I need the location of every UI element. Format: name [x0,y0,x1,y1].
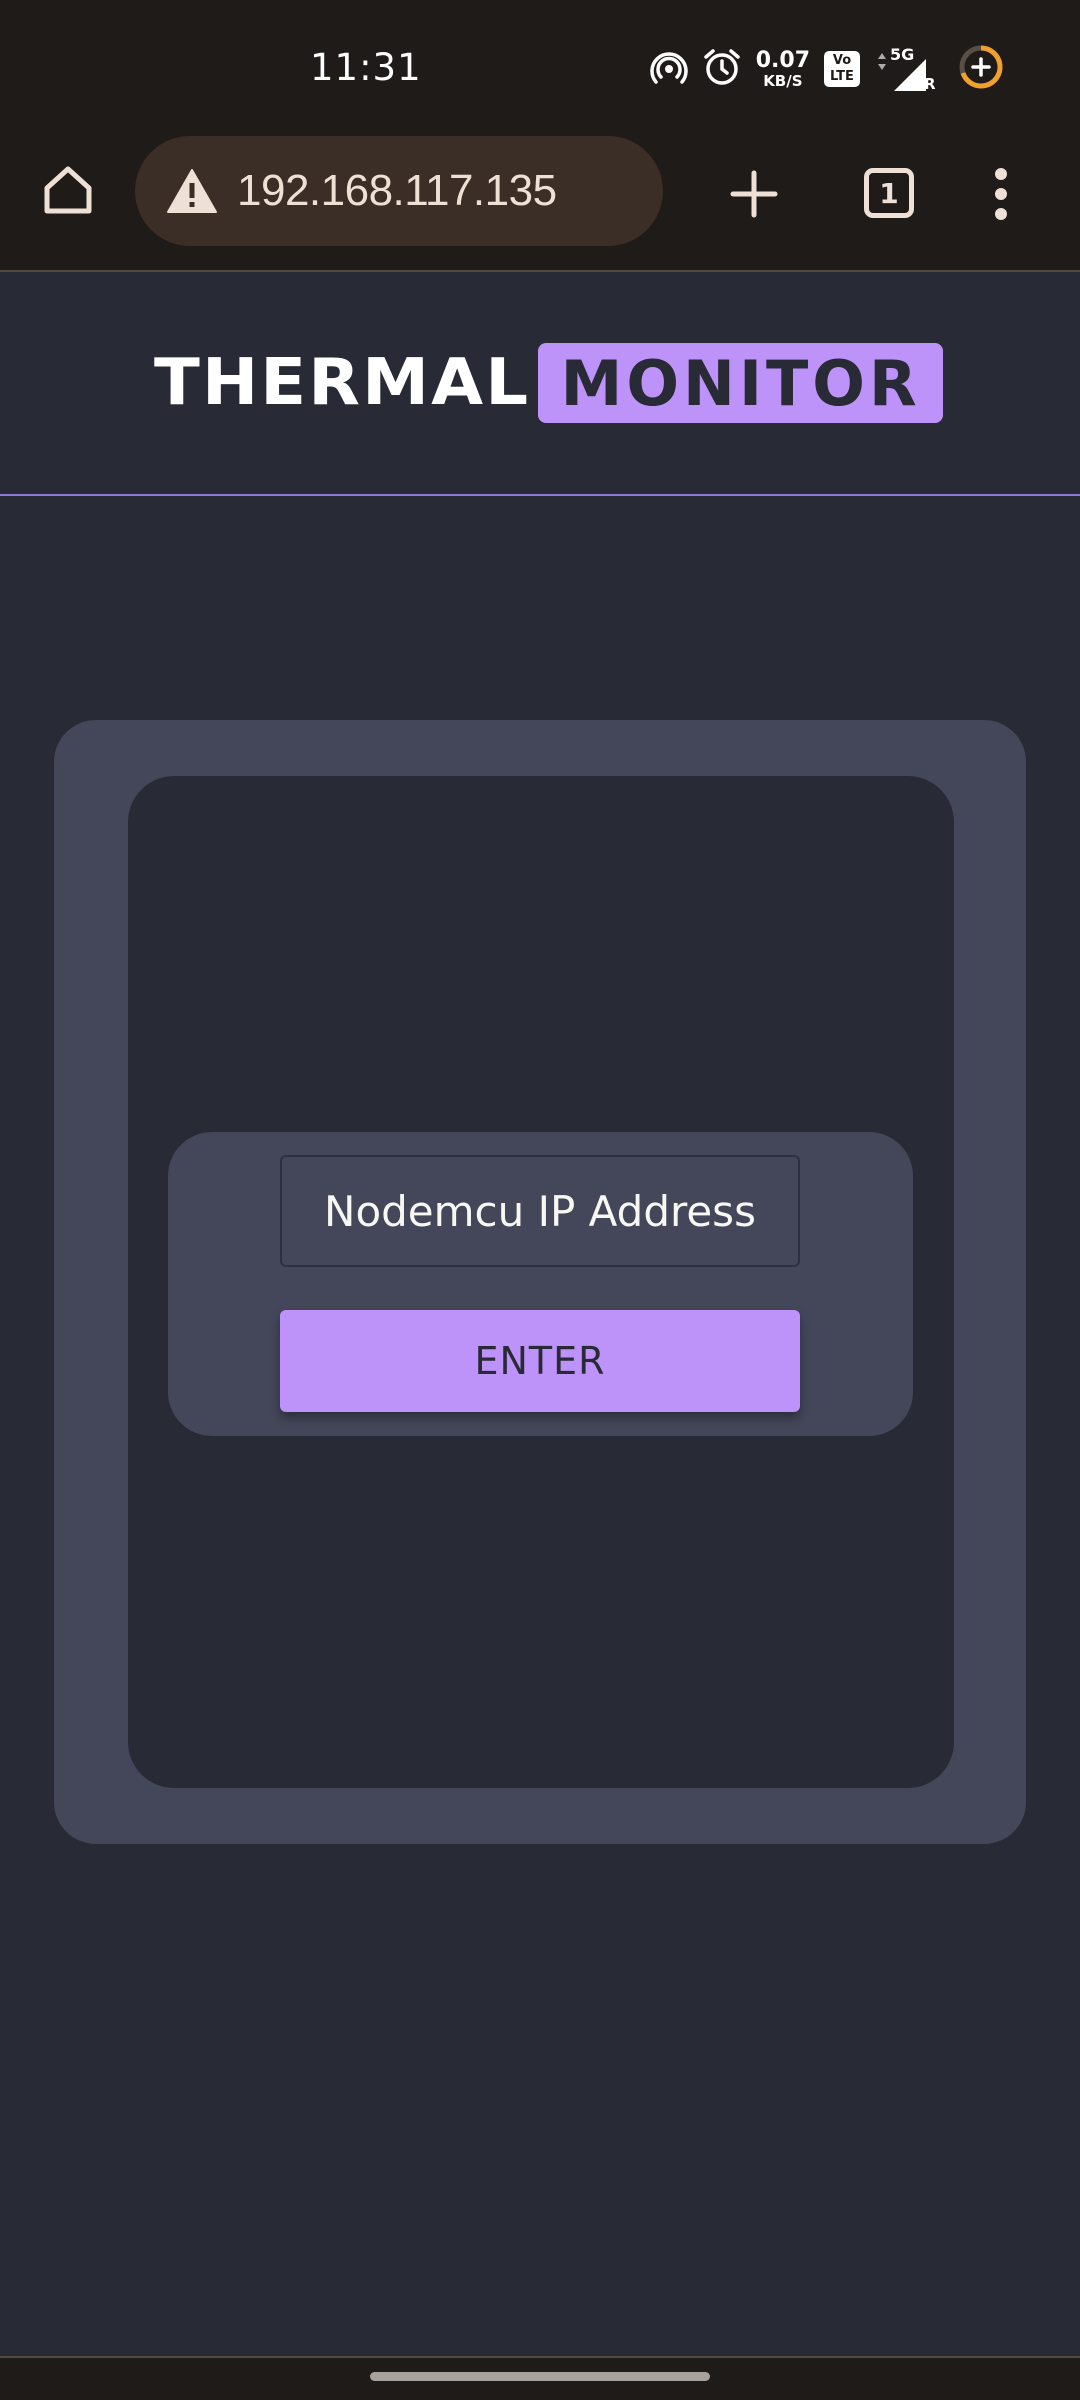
volte-bottom: LTE [830,69,854,84]
volte-icon: Vo LTE [824,51,860,87]
more-vert-icon[interactable] [986,164,1016,224]
outer-card: ENTER [54,720,1026,1844]
home-button[interactable] [36,158,100,222]
warning-icon[interactable] [165,164,219,218]
tab-count: 1 [879,176,899,210]
speed-unit: KB/S [763,71,803,90]
browser-toolbar: 192.168.117.135 1 [0,128,1080,272]
network-speed: 0.07 KB/S [755,47,810,90]
roaming-indicator: R [924,75,936,93]
status-time: 11:31 [310,46,422,89]
brand-second-word: MONITOR [538,343,944,423]
page-header: THERMAL MONITOR [0,274,1080,496]
network-type: 5G [890,45,915,64]
status-icons: 0.07 KB/S Vo LTE 5G R [636,44,1004,94]
volte-top: Vo [832,53,852,68]
status-bar: 11:31 0.07 KB/S Vo LTE 5G R [0,0,1080,128]
plus-icon [730,170,778,218]
battery-saver-icon [958,44,1004,94]
new-tab-button[interactable] [722,162,786,226]
signal-icon: 5G R [874,45,944,93]
alarm-icon [702,47,742,91]
home-icon [44,166,92,214]
connect-form: ENTER [168,1132,913,1436]
hotspot-icon [650,48,688,90]
ip-address-input[interactable] [280,1155,800,1267]
navigation-bar [0,2356,1080,2400]
inner-card: ENTER [128,776,954,1788]
enter-button[interactable]: ENTER [280,1310,800,1412]
gesture-handle[interactable] [370,2372,710,2381]
speed-value: 0.07 [755,47,810,73]
brand-first-word: THERMAL [154,346,531,420]
brand-logo: THERMAL MONITOR [154,342,944,424]
address-bar[interactable]: 192.168.117.135 [135,136,663,246]
url-text[interactable]: 192.168.117.135 [237,166,557,216]
tab-switcher-button[interactable]: 1 [864,168,914,218]
